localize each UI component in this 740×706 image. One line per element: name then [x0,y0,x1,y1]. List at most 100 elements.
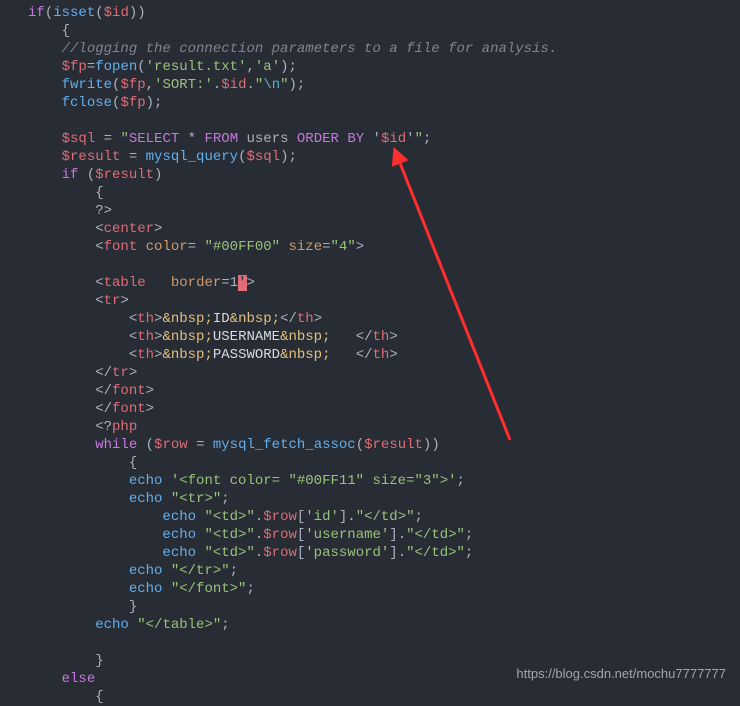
code-content: echo '<font color= "#00FF11" size="3">'; [28,472,740,490]
gutter [0,364,28,382]
gutter [0,508,28,526]
code-line [0,112,740,130]
code-line: $fp=fopen('result.txt','a'); [0,58,740,76]
gutter [0,328,28,346]
gutter [0,148,28,166]
gutter [0,40,28,58]
gutter [0,454,28,472]
code-line: $sql = "SELECT * FROM users ORDER BY '$i… [0,130,740,148]
code-line: echo "<td>".$row['password']."</td>"; [0,544,740,562]
code-line: echo "</table>"; [0,616,740,634]
gutter [0,238,28,256]
code-line [0,256,740,274]
gutter [0,544,28,562]
code-content: while ($row = mysql_fetch_assoc($result)… [28,436,740,454]
code-content: ?> [28,202,740,220]
code-content: if ($result) [28,166,740,184]
code-line: <center> [0,220,740,238]
gutter [0,202,28,220]
watermark-text: https://blog.csdn.net/mochu7777777 [516,665,726,683]
code-content: <?php [28,418,740,436]
code-content: echo "<td>".$row['username']."</td>"; [28,526,740,544]
gutter [0,472,28,490]
code-content: </tr> [28,364,740,382]
gutter [0,292,28,310]
gutter [0,274,28,292]
gutter [0,256,28,274]
code-line: <th>&nbsp;USERNAME&nbsp; </th> [0,328,740,346]
code-content: <table border=1'> [28,274,740,292]
gutter [0,382,28,400]
code-line: <th>&nbsp;ID&nbsp;</th> [0,310,740,328]
gutter [0,562,28,580]
code-content [28,112,740,130]
code-line: if(isset($id)) [0,4,740,22]
gutter [0,310,28,328]
code-content: echo "<td>".$row['id']."</td>"; [28,508,740,526]
gutter [0,652,28,670]
code-line [0,634,740,652]
code-content: } [28,598,740,616]
code-content: echo "</table>"; [28,616,740,634]
gutter [0,184,28,202]
code-content: fwrite($fp,'SORT:'.$id."\n"); [28,76,740,94]
code-line: $result = mysql_query($sql); [0,148,740,166]
code-content: { [28,22,740,40]
code-line: </font> [0,382,740,400]
code-line: <table border=1'> [0,274,740,292]
code-content: fclose($fp); [28,94,740,112]
code-content: <center> [28,220,740,238]
code-content: echo "</font>"; [28,580,740,598]
code-content: <tr> [28,292,740,310]
code-line: </tr> [0,364,740,382]
code-line: <font color= "#00FF00" size="4"> [0,238,740,256]
code-content: </font> [28,400,740,418]
code-content: echo "<tr>"; [28,490,740,508]
code-content: <th>&nbsp;ID&nbsp;</th> [28,310,740,328]
code-content: echo "</tr>"; [28,562,740,580]
code-line: ?> [0,202,740,220]
code-content: echo "<td>".$row['password']."</td>"; [28,544,740,562]
code-line: { [0,22,740,40]
code-line: <th>&nbsp;PASSWORD&nbsp; </th> [0,346,740,364]
code-content: if(isset($id)) [28,4,740,22]
code-content: { [28,454,740,472]
code-editor: if(isset($id)) { //logging the connectio… [0,0,740,706]
gutter [0,4,28,22]
gutter [0,130,28,148]
gutter [0,94,28,112]
code-line: { [0,184,740,202]
code-content [28,634,740,652]
code-content: $sql = "SELECT * FROM users ORDER BY '$i… [28,130,740,148]
gutter [0,526,28,544]
code-content [28,256,740,274]
code-line: echo "<td>".$row['id']."</td>"; [0,508,740,526]
gutter [0,400,28,418]
code-line: echo "<td>".$row['username']."</td>"; [0,526,740,544]
gutter [0,670,28,688]
code-content: $result = mysql_query($sql); [28,148,740,166]
code-line: </font> [0,400,740,418]
code-content: <th>&nbsp;PASSWORD&nbsp; </th> [28,346,740,364]
gutter [0,616,28,634]
code-line: if ($result) [0,166,740,184]
code-content: { [28,184,740,202]
code-content: $fp=fopen('result.txt','a'); [28,58,740,76]
gutter [0,166,28,184]
gutter [0,58,28,76]
code-line: fclose($fp); [0,94,740,112]
gutter [0,580,28,598]
code-line: echo "</tr>"; [0,562,740,580]
code-line: echo "</font>"; [0,580,740,598]
code-content: //logging the connection parameters to a… [28,40,740,58]
code-line: fwrite($fp,'SORT:'.$id."\n"); [0,76,740,94]
gutter [0,634,28,652]
gutter [0,112,28,130]
code-content: </font> [28,382,740,400]
gutter [0,598,28,616]
code-line: <?php [0,418,740,436]
code-content: <th>&nbsp;USERNAME&nbsp; </th> [28,328,740,346]
code-content: <font color= "#00FF00" size="4"> [28,238,740,256]
gutter [0,76,28,94]
gutter [0,418,28,436]
